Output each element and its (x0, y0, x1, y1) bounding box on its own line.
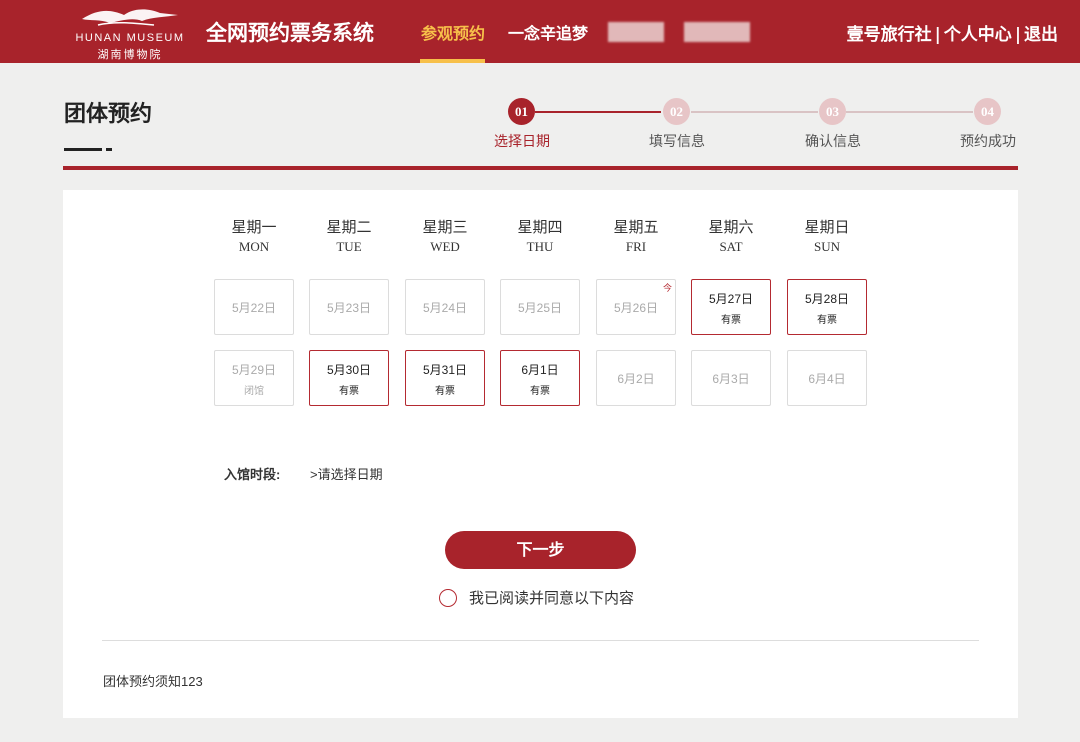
weekday-header-sun: 星期日 SUN (787, 216, 867, 255)
step-1-number: 01 (508, 98, 535, 125)
nav-item-redacted[interactable] (684, 22, 750, 42)
weekday-cn: 星期一 (231, 220, 277, 236)
nav-active-indicator (420, 59, 485, 63)
weekday-cn: 星期三 (422, 220, 468, 236)
day-date: 5月28日 (804, 292, 850, 306)
calendar-day-today: 今 5月26日 (596, 279, 676, 335)
weekday-cn: 星期五 (613, 220, 659, 236)
day-date: 5月24日 (422, 301, 468, 315)
nav-item-redacted[interactable] (608, 22, 664, 42)
day-status: 闭馆 (244, 386, 264, 397)
calendar-day: 6月3日 (691, 350, 771, 406)
calendar-day-closed: 5月29日 闭馆 (214, 350, 294, 406)
entry-time-select[interactable]: >请选择日期 (310, 464, 383, 483)
agency-name-link[interactable]: 壹号旅行社 (847, 25, 932, 45)
separator: | (1014, 25, 1021, 45)
calendar-day-available[interactable]: 6月1日 有票 (500, 350, 580, 406)
day-date: 5月25日 (517, 301, 563, 315)
weekday-en: SUN (813, 239, 840, 254)
day-status: 有票 (817, 315, 837, 326)
logo-english-text: HUNAN MUSEUM (75, 32, 185, 44)
day-date: 5月31日 (422, 363, 468, 377)
weekday-header-tue: 星期二 TUE (309, 216, 389, 255)
weekday-en: SAT (719, 239, 743, 254)
calendar-day-available[interactable]: 5月31日 有票 (405, 350, 485, 406)
step-4-label: 预约成功 (960, 133, 1016, 149)
day-date: 5月27日 (708, 292, 754, 306)
agreement-radio[interactable] (439, 589, 457, 607)
calendar-day-available[interactable]: 5月28日 有票 (787, 279, 867, 335)
museum-logo-icon (82, 9, 178, 26)
weekday-en: THU (526, 239, 554, 254)
day-date: 6月4日 (808, 372, 846, 386)
weekday-en: MON (238, 239, 270, 254)
personal-center-link[interactable]: 个人中心 (944, 25, 1012, 45)
calendar-day: 5月24日 (405, 279, 485, 335)
day-status: 有票 (435, 386, 455, 397)
step-1-label: 选择日期 (494, 133, 550, 149)
calendar-day: 5月23日 (309, 279, 389, 335)
calendar-day-available[interactable]: 5月27日 有票 (691, 279, 771, 335)
day-date: 6月2日 (617, 372, 655, 386)
day-date: 5月30日 (326, 363, 372, 377)
user-menu: 壹号旅行社 | 个人中心 | 退出 (847, 20, 1058, 45)
page-title: 团体预约 (64, 101, 153, 127)
weekday-header-mon: 星期一 MON (214, 216, 294, 255)
step-connector (846, 111, 973, 113)
next-step-button[interactable]: 下一步 (445, 531, 636, 569)
weekday-cn: 星期四 (517, 220, 563, 236)
calendar-day: 5月22日 (214, 279, 294, 335)
logout-link[interactable]: 退出 (1024, 25, 1058, 45)
step-2-label: 填写信息 (649, 133, 705, 149)
weekday-en: TUE (336, 239, 362, 254)
separator: | (934, 25, 941, 45)
day-date: 6月1日 (521, 363, 559, 377)
calendar-day: 6月4日 (787, 350, 867, 406)
weekday-header-sat: 星期六 SAT (691, 216, 771, 255)
group-booking-notice: 团体预约须知123 (103, 674, 203, 689)
weekday-header-fri: 星期五 FRI (596, 216, 676, 255)
nav-yinian-xinzhuimeng[interactable]: 一念辛追梦 (508, 20, 588, 44)
step-4-number: 04 (974, 98, 1001, 125)
weekday-cn: 星期二 (326, 220, 372, 236)
entry-time-label: 入馆时段: (224, 467, 281, 482)
system-title: 全网预约票务系统 (206, 20, 374, 45)
agreement-text[interactable]: 我已阅读并同意以下内容 (469, 587, 634, 608)
calendar-day: 6月2日 (596, 350, 676, 406)
title-underline-dot (106, 148, 112, 151)
step-2-number: 02 (663, 98, 690, 125)
weekday-header-wed: 星期三 WED (405, 216, 485, 255)
day-status: 有票 (530, 386, 550, 397)
section-divider (63, 166, 1018, 170)
card-divider (102, 640, 979, 641)
calendar-day: 5月25日 (500, 279, 580, 335)
calendar-day-available[interactable]: 5月30日 有票 (309, 350, 389, 406)
logo-chinese-text: 湖南博物院 (97, 49, 163, 61)
day-status: 有票 (721, 315, 741, 326)
title-underline (64, 148, 102, 151)
nav-visit-booking[interactable]: 参观预约 (421, 20, 485, 44)
step-connector (535, 111, 661, 113)
day-date: 6月3日 (712, 372, 750, 386)
weekday-cn: 星期六 (708, 220, 754, 236)
step-connector (691, 111, 818, 113)
step-3-number: 03 (819, 98, 846, 125)
day-date: 5月26日 (613, 301, 659, 315)
today-marker: 今 (662, 283, 672, 293)
step-3-label: 确认信息 (805, 133, 861, 149)
weekday-header-thu: 星期四 THU (500, 216, 580, 255)
day-date: 5月23日 (326, 301, 372, 315)
weekday-en: FRI (625, 239, 647, 254)
day-date: 5月22日 (231, 301, 277, 315)
weekday-cn: 星期日 (804, 220, 850, 236)
booking-card: 星期一 MON 星期二 TUE 星期三 WED 星期四 THU 星期五 FRI … (63, 190, 1018, 718)
day-status: 有票 (339, 386, 359, 397)
top-navigation-bar: HUNAN MUSEUM 湖南博物院 全网预约票务系统 参观预约 一念辛追梦 壹… (0, 0, 1080, 63)
weekday-en: WED (430, 239, 460, 254)
museum-logo[interactable]: HUNAN MUSEUM 湖南博物院 (60, 5, 200, 61)
day-date: 5月29日 (231, 363, 277, 377)
